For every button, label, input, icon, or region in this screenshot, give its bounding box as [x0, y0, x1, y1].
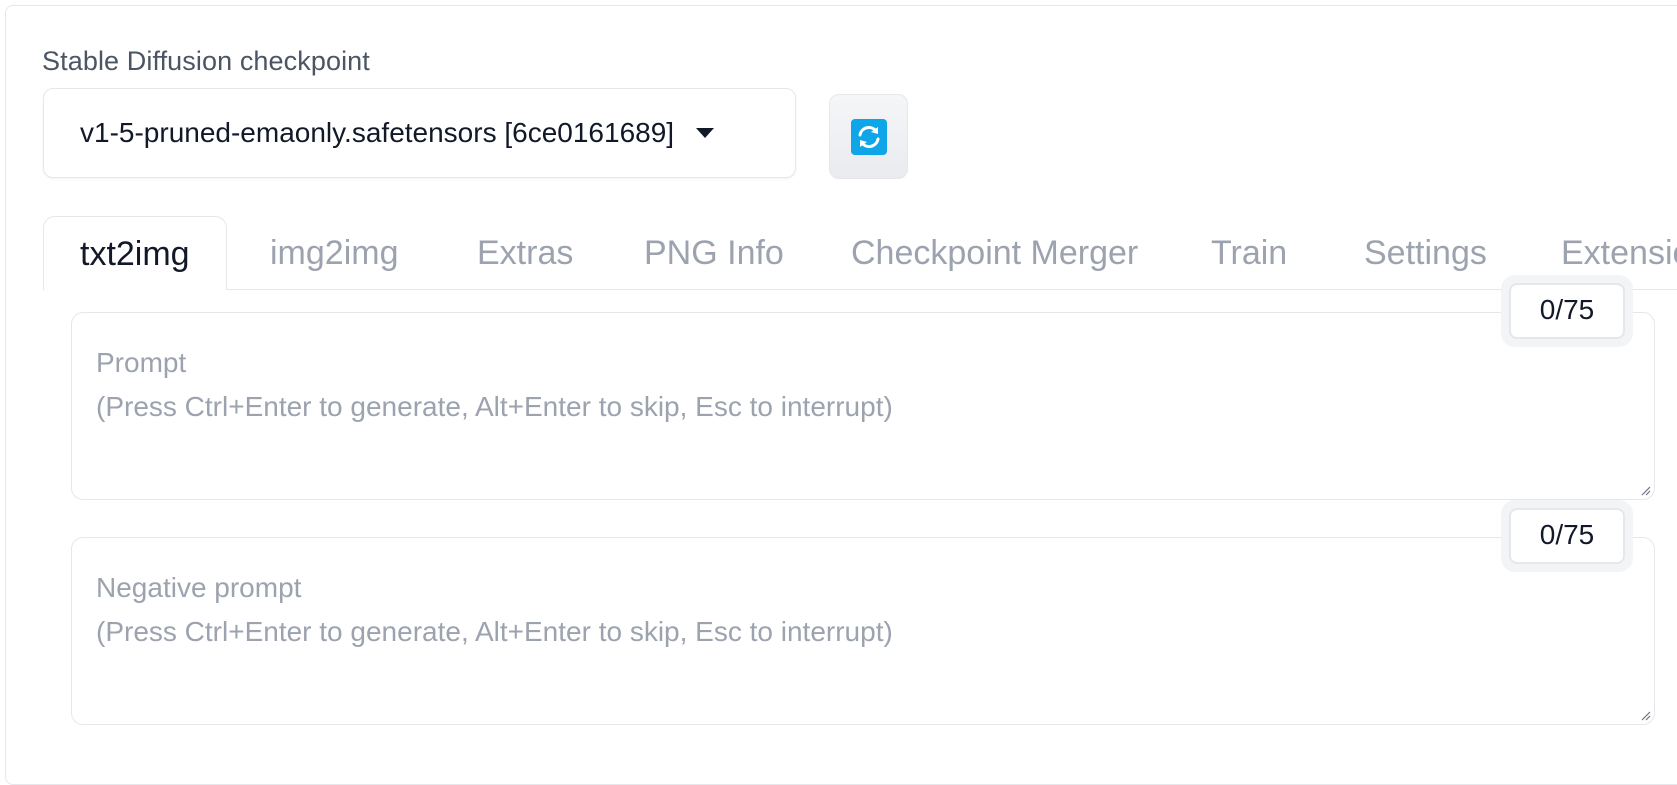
prompt-placeholder: Prompt (Press Ctrl+Enter to generate, Al… — [96, 347, 893, 422]
caret-down-icon — [696, 128, 715, 138]
refresh-checkpoints-button[interactable] — [829, 94, 908, 179]
negative-prompt-token-counter: 0/75 — [1501, 500, 1633, 572]
tab-txt2img[interactable]: txt2img — [43, 216, 227, 291]
checkpoint-selected-value: v1-5-pruned-emaonly.safetensors [6ce0161… — [80, 117, 675, 148]
resize-handle-icon[interactable] — [1639, 484, 1651, 496]
checkpoint-dropdown[interactable]: v1-5-pruned-emaonly.safetensors [6ce0161… — [43, 88, 796, 178]
prompt-textarea[interactable]: Prompt (Press Ctrl+Enter to generate, Al… — [71, 312, 1655, 500]
checkpoint-label: Stable Diffusion checkpoint — [42, 46, 370, 76]
tab-png-info[interactable]: PNG Info — [644, 216, 784, 290]
refresh-icon — [850, 118, 887, 155]
tab-train[interactable]: Train — [1211, 216, 1287, 290]
tab-extras[interactable]: Extras — [477, 216, 573, 290]
prompt-token-counter: 0/75 — [1501, 275, 1633, 347]
tab-img2img[interactable]: img2img — [270, 216, 398, 290]
prompt-token-count: 0/75 — [1509, 283, 1625, 339]
tab-bar: txt2img img2img Extras PNG Info Checkpoi… — [43, 216, 1677, 291]
resize-handle-icon[interactable] — [1639, 709, 1651, 721]
negative-prompt-token-count: 0/75 — [1509, 508, 1625, 564]
negative-prompt-placeholder: Negative prompt (Press Ctrl+Enter to gen… — [96, 572, 893, 647]
negative-prompt-textarea[interactable]: Negative prompt (Press Ctrl+Enter to gen… — [71, 537, 1655, 725]
tab-checkpoint-merger[interactable]: Checkpoint Merger — [851, 216, 1138, 290]
tab-settings[interactable]: Settings — [1364, 216, 1487, 290]
